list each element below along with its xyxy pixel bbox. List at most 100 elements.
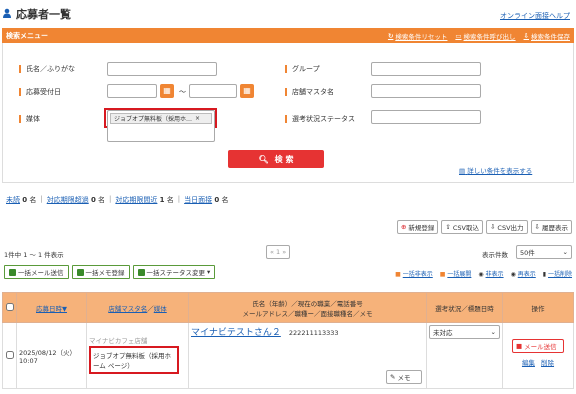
user-icon [2, 8, 12, 21]
group-input[interactable] [371, 62, 481, 76]
row-status-cell: 未対応 ⌄ [426, 322, 503, 389]
per-page-select[interactable]: 50件 ⌄ [516, 245, 572, 259]
count-item[interactable]: 対応期限超過 0 名 [47, 195, 105, 205]
count-item[interactable]: 対応期限間近 1 名 [115, 195, 173, 205]
new-button[interactable]: ⊕ 新規登録 [396, 220, 439, 234]
table-header: 応募日時▼ 店舗マスタ名／媒体 氏名（年齢）／現在の職業／電話番号 メールアドレス… [2, 292, 574, 323]
reset-icon: ↻ [387, 32, 394, 40]
search-icon: 🔍︎ [258, 154, 269, 164]
eye-icon: ◉ [478, 271, 484, 278]
sort-date-link[interactable]: 応募日時▼ [36, 305, 67, 313]
bulk-status-button[interactable]: 一括ステータス変更 ▾ [132, 265, 216, 279]
per-page-label: 表示件数 [482, 251, 508, 259]
bulk-mail-button[interactable]: 一括メール送信 [4, 265, 69, 279]
search-menu-bar: 検索メニュー ↻ 検索条件リセット ▭ 検索条件呼び出し ⇩ 検索条件保存 [2, 28, 574, 43]
date-to-input[interactable] [189, 84, 237, 98]
media-tag: ジョブオプ無料板（採用ホ… × [110, 113, 212, 124]
applicant-table: 応募日時▼ 店舗マスタ名／媒体 氏名（年齢）／現在の職業／電話番号 メールアドレス… [2, 292, 574, 389]
date-label: 応募受付日 [19, 87, 61, 97]
edit-link[interactable]: 編集 [522, 359, 535, 367]
name-label: 氏名／ふりがな [19, 64, 75, 74]
reset-link[interactable]: ↻ 検索条件リセット [388, 31, 447, 41]
pager[interactable]: « 1 » [266, 245, 291, 259]
save-condition-link[interactable]: ⇩ 検索条件保存 [524, 31, 570, 41]
send-mail-button[interactable]: ■ メール送信 [512, 339, 564, 353]
search-button[interactable]: 🔍︎ 検 索 [228, 150, 324, 168]
bulk-memo-button[interactable]: 一括メモ登録 [71, 265, 130, 279]
col-name: 氏名（年齢）／現在の職業／電話番号 メールアドレス／職種ー／面接職種名／メモ [188, 292, 427, 323]
media-select[interactable]: ジョブオプ無料板（採用ホ… × [107, 110, 215, 142]
applicant-name-link[interactable]: マイナビテストさん２ [191, 328, 281, 338]
group-label: グループ [285, 64, 320, 74]
count-item[interactable]: 当日面接 0 名 [184, 195, 228, 205]
status-icon [137, 268, 145, 276]
table-row: 2025/08/12（火） 10:07 マイナビカフェ店舗 ジョブオプ無料板（採用… [2, 322, 574, 389]
row-date-cell: 2025/08/12（火） 10:07 [16, 322, 87, 389]
store-label: 店舗マスタ名 [285, 87, 334, 97]
count-separator: | [109, 195, 112, 203]
col-date: 応募日時▼ [16, 292, 87, 323]
remove-icon[interactable]: × [195, 115, 200, 122]
hide-link[interactable]: ◉ 非表示 [478, 269, 503, 278]
view-actions: ■ 一括非表示 ■ 一括展開 ◉ 非表示 ◉ 再表示 ▮ 一括削除 [395, 269, 572, 278]
bulk-delete-link[interactable]: ▮ 一括削除 [543, 269, 572, 278]
date-from-input[interactable] [107, 84, 157, 98]
status-select[interactable]: 未対応 ⌄ [429, 325, 500, 339]
collapse-all-link[interactable]: ■ 一括非表示 [395, 269, 433, 278]
folder-icon: ▭ [455, 32, 462, 40]
name-input[interactable] [107, 62, 217, 76]
memo-button[interactable]: ✎ メモ [386, 370, 422, 384]
bulk-actions: 一括メール送信 一括メモ登録 一括ステータス変更 ▾ [4, 265, 216, 279]
eye-icon: ◉ [510, 271, 516, 278]
page-header: 応募者一覧 オンライン面接ヘルプ [0, 0, 576, 26]
recall-link[interactable]: ▭ 検索条件呼び出し [455, 31, 515, 41]
media-label: 媒体 [19, 114, 40, 124]
tool-buttons: ⊕ 新規登録 ⇪ CSV取込 ⇩ CSV出力 ⇩ 履歴表示 [396, 220, 572, 234]
pencil-icon: ✎ [390, 373, 396, 381]
date-separator: ～ [179, 88, 186, 96]
download-icon: ⇩ [523, 32, 529, 40]
history-button[interactable]: ⇩ 履歴表示 [530, 220, 572, 234]
help-link[interactable]: オンライン面接ヘルプ [500, 11, 570, 21]
delete-link[interactable]: 削除 [541, 359, 554, 367]
row-store-cell: マイナビカフェ店舗 ジョブオプ無料板（採用ホーム ページ） [86, 322, 189, 389]
show-link[interactable]: ◉ 再表示 [511, 269, 536, 278]
count-separator: | [40, 195, 43, 203]
row-media: ジョブオプ無料板（採用ホーム ページ） [89, 346, 179, 374]
sort-media-link[interactable]: 媒体 [154, 305, 167, 313]
list-icon: ▤ [459, 167, 466, 175]
calendar-icon[interactable]: ▦ [240, 84, 254, 98]
csv-import-button[interactable]: ⇪ CSV取込 [441, 220, 483, 234]
export-icon: ⇩ [489, 223, 496, 231]
csv-export-button[interactable]: ⇩ CSV出力 [485, 220, 528, 234]
count-item[interactable]: 未読 0 名 [6, 195, 36, 205]
status-input[interactable] [371, 110, 481, 124]
select-all-checkbox[interactable] [5, 302, 14, 311]
row-name-cell: マイナビテストさん２ 222211113333 ✎ メモ [188, 322, 427, 389]
row-ops-cell: ■ メール送信 編集 削除 [502, 322, 574, 389]
trash-icon: ▮ [542, 271, 547, 278]
mail-icon [9, 268, 16, 276]
paging-summary: 1件中 1 ～ 1 件表示 [4, 251, 64, 259]
status-label: 選考状況ステータス [285, 114, 355, 124]
row-checkbox[interactable] [5, 350, 14, 359]
expand-all-link[interactable]: ■ 一括展開 [440, 269, 472, 278]
col-status: 選考状況／標題日時 [426, 292, 503, 323]
history-icon: ⇩ [534, 223, 540, 231]
plus-icon: ⊕ [400, 223, 407, 231]
store-input[interactable] [371, 84, 481, 98]
calendar-icon[interactable]: ▦ [160, 84, 174, 98]
select-all-cell [2, 292, 17, 323]
import-icon: ⇪ [445, 223, 451, 231]
mail-icon: ■ [516, 342, 523, 350]
count-separator: | [177, 195, 181, 203]
applicant-phone: 222211113333 [288, 329, 339, 337]
chevron-down-icon: ⌄ [562, 248, 568, 256]
page-title: 応募者一覧 [2, 6, 71, 22]
sort-store-link[interactable]: 店舗マスタ名 [108, 305, 147, 313]
col-store-media: 店舗マスタ名／媒体 [86, 292, 189, 323]
chevron-down-icon: ⌄ [490, 328, 496, 336]
detail-link[interactable]: ▤ 詳しい条件を表示する [459, 165, 532, 175]
status-counts: 未読 0 名 | 対応期限超過 0 名 | 対応期限間近 1 名 | 当日面接 0 名 [6, 195, 228, 205]
page-title-text: 応募者一覧 [16, 8, 71, 21]
